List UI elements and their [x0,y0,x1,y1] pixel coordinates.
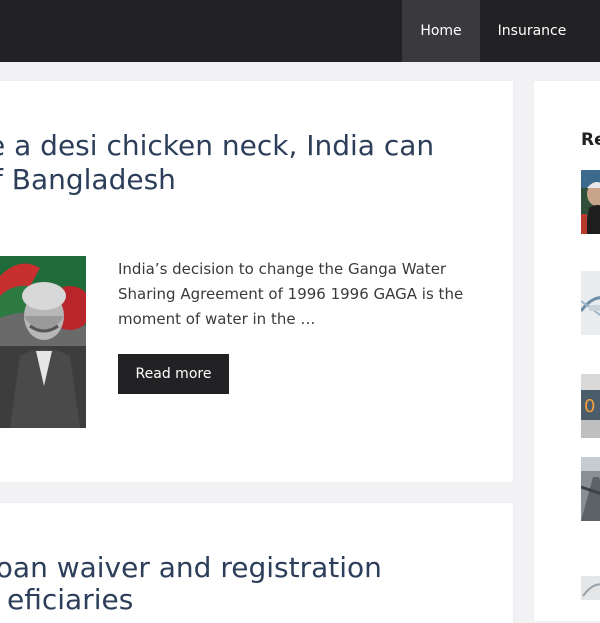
sidebar-post-thumbnail[interactable] [581,576,600,600]
sidebar [534,81,600,621]
sidebar-post-thumbnail[interactable] [581,457,600,521]
post-title-link[interactable]: eficiaries [7,583,133,617]
sidebar-heading: Re [581,130,600,150]
sidebar-post-thumbnail[interactable] [581,170,600,234]
nav-insurance-link[interactable]: Insurance [480,0,584,62]
post-title-link[interactable]: f Bangladesh [0,163,176,197]
portrait-image [581,170,600,234]
post-excerpt: India’s decision to change the Ganga Wat… [118,260,464,328]
read-more-button[interactable]: Read more [118,354,229,394]
scale-image: 0 [581,374,600,438]
document-image [581,576,600,600]
sidebar-post-thumbnail[interactable] [581,271,600,335]
portrait-image [0,256,86,428]
top-navigation: Home Insurance [0,0,600,62]
svg-text:0: 0 [584,396,595,417]
road-image [581,457,600,521]
post-title-link[interactable]: loan waiver and registration [0,551,382,585]
nav-home-link[interactable]: Home [402,0,480,62]
post-title-link[interactable]: e a desi chicken neck, India can [0,129,434,163]
sidebar-post-thumbnail[interactable]: 0 [581,374,600,438]
post-thumbnail[interactable] [0,256,86,428]
hospital-image [581,271,600,335]
